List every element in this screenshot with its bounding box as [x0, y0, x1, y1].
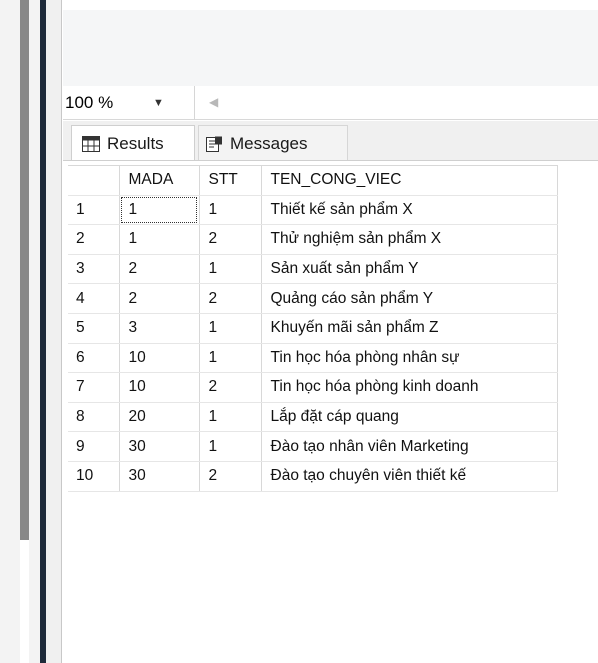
- table-row: 3 2 1 Sản xuất sản phẩm Y: [68, 254, 558, 285]
- cell-stt[interactable]: 1: [199, 254, 262, 285]
- cell-mada[interactable]: 3: [119, 313, 200, 344]
- cell-stt[interactable]: 1: [199, 313, 262, 344]
- table-row: 8 20 1 Lắp đặt cáp quang: [68, 402, 558, 433]
- cell-ten-cong-viec[interactable]: Lắp đặt cáp quang: [261, 402, 558, 433]
- table-row: 1 1 1 Thiết kế sản phẩm X: [68, 195, 558, 226]
- cell-mada[interactable]: 1: [119, 195, 200, 226]
- row-number[interactable]: 8: [68, 402, 120, 433]
- cell-stt[interactable]: 1: [199, 402, 262, 433]
- tab-messages-label: Messages: [230, 133, 308, 153]
- table-row: 6 10 1 Tin học hóa phòng nhân sự: [68, 343, 558, 374]
- cell-mada[interactable]: 20: [119, 402, 200, 433]
- table-row: 2 1 2 Thử nghiệm sản phẩm X: [68, 224, 558, 255]
- cell-ten-cong-viec[interactable]: Quảng cáo sản phẩm Y: [261, 283, 558, 314]
- table-row: 9 30 1 Đào tạo nhân viên Marketing: [68, 431, 558, 462]
- cell-ten-cong-viec[interactable]: Tin học hóa phòng kinh doanh: [261, 372, 558, 403]
- cell-mada[interactable]: 1: [119, 224, 200, 255]
- zoom-bar: 100 % ▼ ◀: [63, 86, 598, 120]
- cell-mada[interactable]: 2: [119, 283, 200, 314]
- table-row: 5 3 1 Khuyến mãi sản phẩm Z: [68, 313, 558, 344]
- table-row: 7 10 2 Tin học hóa phòng kinh doanh: [68, 372, 558, 403]
- chevron-down-icon[interactable]: ▼: [153, 97, 164, 109]
- column-header-rownum[interactable]: [68, 165, 120, 196]
- row-number[interactable]: 7: [68, 372, 120, 403]
- cell-stt[interactable]: 2: [199, 461, 262, 492]
- row-number[interactable]: 1: [68, 195, 120, 226]
- cell-mada[interactable]: 2: [119, 254, 200, 285]
- cell-ten-cong-viec[interactable]: Tin học hóa phòng nhân sự: [261, 343, 558, 374]
- tab-results-label: Results: [107, 133, 164, 153]
- table-row: 10 30 2 Đào tạo chuyên viên thiết kế: [68, 461, 558, 492]
- zoom-dropdown[interactable]: 100 % ▼: [63, 86, 195, 120]
- cell-mada[interactable]: 30: [119, 461, 200, 492]
- results-grid: MADA STT TEN_CONG_VIEC 1 1 1 Thiết kế sả…: [63, 160, 598, 663]
- cell-stt[interactable]: 2: [199, 372, 262, 403]
- row-number[interactable]: 6: [68, 343, 120, 374]
- row-number[interactable]: 4: [68, 283, 120, 314]
- row-number[interactable]: 10: [68, 461, 120, 492]
- scroll-left-icon[interactable]: ◀: [209, 95, 218, 109]
- row-number[interactable]: 9: [68, 431, 120, 462]
- tab-messages[interactable]: Messages: [198, 125, 348, 161]
- gutter-gap: [29, 0, 40, 663]
- cell-stt[interactable]: 2: [199, 224, 262, 255]
- zoom-value: 100 %: [65, 93, 114, 112]
- cell-stt[interactable]: 2: [199, 283, 262, 314]
- cell-stt[interactable]: 1: [199, 195, 262, 226]
- cell-stt[interactable]: 1: [199, 431, 262, 462]
- cell-mada[interactable]: 10: [119, 372, 200, 403]
- cell-stt[interactable]: 1: [199, 343, 262, 374]
- cell-ten-cong-viec[interactable]: Đào tạo nhân viên Marketing: [261, 431, 558, 462]
- row-number[interactable]: 2: [68, 224, 120, 255]
- query-editor[interactable]: [63, 10, 598, 86]
- messages-icon: [205, 136, 223, 152]
- column-header-mada[interactable]: MADA: [119, 165, 200, 196]
- column-header-stt[interactable]: STT: [199, 165, 262, 196]
- cell-mada[interactable]: 30: [119, 431, 200, 462]
- vertical-scrollbar[interactable]: [20, 0, 29, 540]
- cell-ten-cong-viec[interactable]: Thiết kế sản phẩm X: [261, 195, 558, 226]
- tab-results[interactable]: Results: [71, 125, 195, 161]
- grid-icon: [82, 135, 100, 152]
- results-tabbar: Results Messages: [63, 121, 598, 161]
- cell-ten-cong-viec[interactable]: Khuyến mãi sản phẩm Z: [261, 313, 558, 344]
- cell-ten-cong-viec[interactable]: Sản xuất sản phẩm Y: [261, 254, 558, 285]
- cell-mada[interactable]: 10: [119, 343, 200, 374]
- cell-ten-cong-viec[interactable]: Đào tạo chuyên viên thiết kế: [261, 461, 558, 492]
- results-table: MADA STT TEN_CONG_VIEC 1 1 1 Thiết kế sả…: [68, 165, 558, 492]
- header-row: MADA STT TEN_CONG_VIEC: [68, 165, 558, 196]
- cell-ten-cong-viec[interactable]: Thử nghiệm sản phẩm X: [261, 224, 558, 255]
- row-number[interactable]: 5: [68, 313, 120, 344]
- left-gutter: [0, 0, 20, 663]
- editor-margin: [46, 0, 62, 663]
- column-header-ten-cong-viec[interactable]: TEN_CONG_VIEC: [261, 165, 558, 196]
- table-row: 4 2 2 Quảng cáo sản phẩm Y: [68, 283, 558, 314]
- row-number[interactable]: 3: [68, 254, 120, 285]
